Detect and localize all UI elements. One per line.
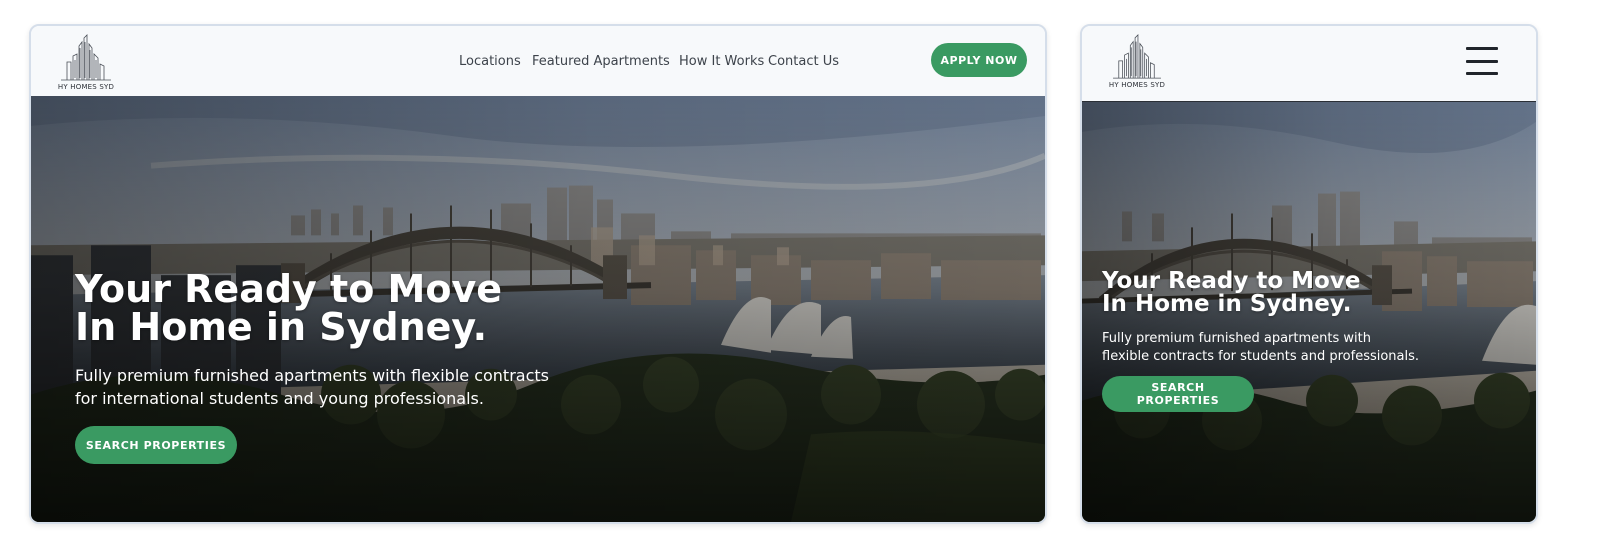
hero-title: Your Ready to Move In Home in Sydney.	[75, 270, 635, 346]
menu-bar	[1466, 59, 1498, 63]
site-header: HY HOMES SYD Locations Featured Apartmen…	[31, 26, 1045, 96]
hamburger-menu-icon[interactable]	[1466, 47, 1498, 75]
mobile-brand-logo[interactable]: HY HOMES SYD	[1108, 34, 1166, 89]
hero-title-line-1: Your Ready to Move	[75, 267, 502, 311]
hero-title-line-2: In Home in Sydney.	[1102, 291, 1352, 317]
hero-title: Your Ready to Move In Home in Sydney.	[1102, 270, 1522, 316]
hero-subtitle-line-1: Fully premium furnished apartments with	[1102, 331, 1371, 346]
apply-now-button[interactable]: APPLY NOW	[931, 43, 1027, 77]
mobile-preview: HY HOMES SYD Your Ready to Move In Home …	[1080, 24, 1538, 524]
desktop-preview: HY HOMES SYD Locations Featured Apartmen…	[29, 24, 1047, 524]
nav-locations[interactable]: Locations	[459, 54, 521, 69]
hero-content: Your Ready to Move In Home in Sydney. Fu…	[75, 270, 635, 465]
nav-how-it-works[interactable]: How It Works	[679, 54, 764, 69]
logo-text: HY HOMES SYD	[1108, 81, 1166, 89]
hero-subtitle-line-2: flexible contracts for students and prof…	[1102, 349, 1420, 365]
hero-subtitle-line-2: for international students and young pro…	[75, 389, 484, 409]
mobile-hero-section: Your Ready to Move In Home in Sydney. Fu…	[1082, 102, 1536, 522]
hero-title-line-1: Your Ready to Move	[1102, 268, 1361, 294]
hero-subtitle: Fully premium furnished apartments with …	[75, 364, 595, 410]
skyline-logo-icon	[1113, 34, 1161, 79]
mobile-site-header: HY HOMES SYD	[1082, 26, 1536, 102]
nav-featured-apartments[interactable]: Featured Apartments	[532, 54, 670, 69]
hero-subtitle-line-1: Fully premium furnished apartments with …	[75, 366, 549, 385]
hero-section: Your Ready to Move In Home in Sydney. Fu…	[31, 96, 1045, 522]
nav-contact-us[interactable]: Contact Us	[768, 54, 839, 69]
mobile-hero-content: Your Ready to Move In Home in Sydney. Fu…	[1102, 270, 1522, 412]
menu-bar	[1466, 72, 1498, 75]
main-nav: Locations Featured Apartments How It Wor…	[31, 26, 1045, 96]
hero-subtitle: Fully premium furnished apartments with …	[1102, 330, 1422, 367]
search-properties-button[interactable]: SEARCH PROPERTIES	[1102, 375, 1254, 412]
search-properties-button[interactable]: SEARCH PROPERTIES	[75, 426, 237, 465]
menu-bar	[1466, 47, 1498, 50]
hero-title-line-2: In Home in Sydney.	[75, 305, 488, 349]
